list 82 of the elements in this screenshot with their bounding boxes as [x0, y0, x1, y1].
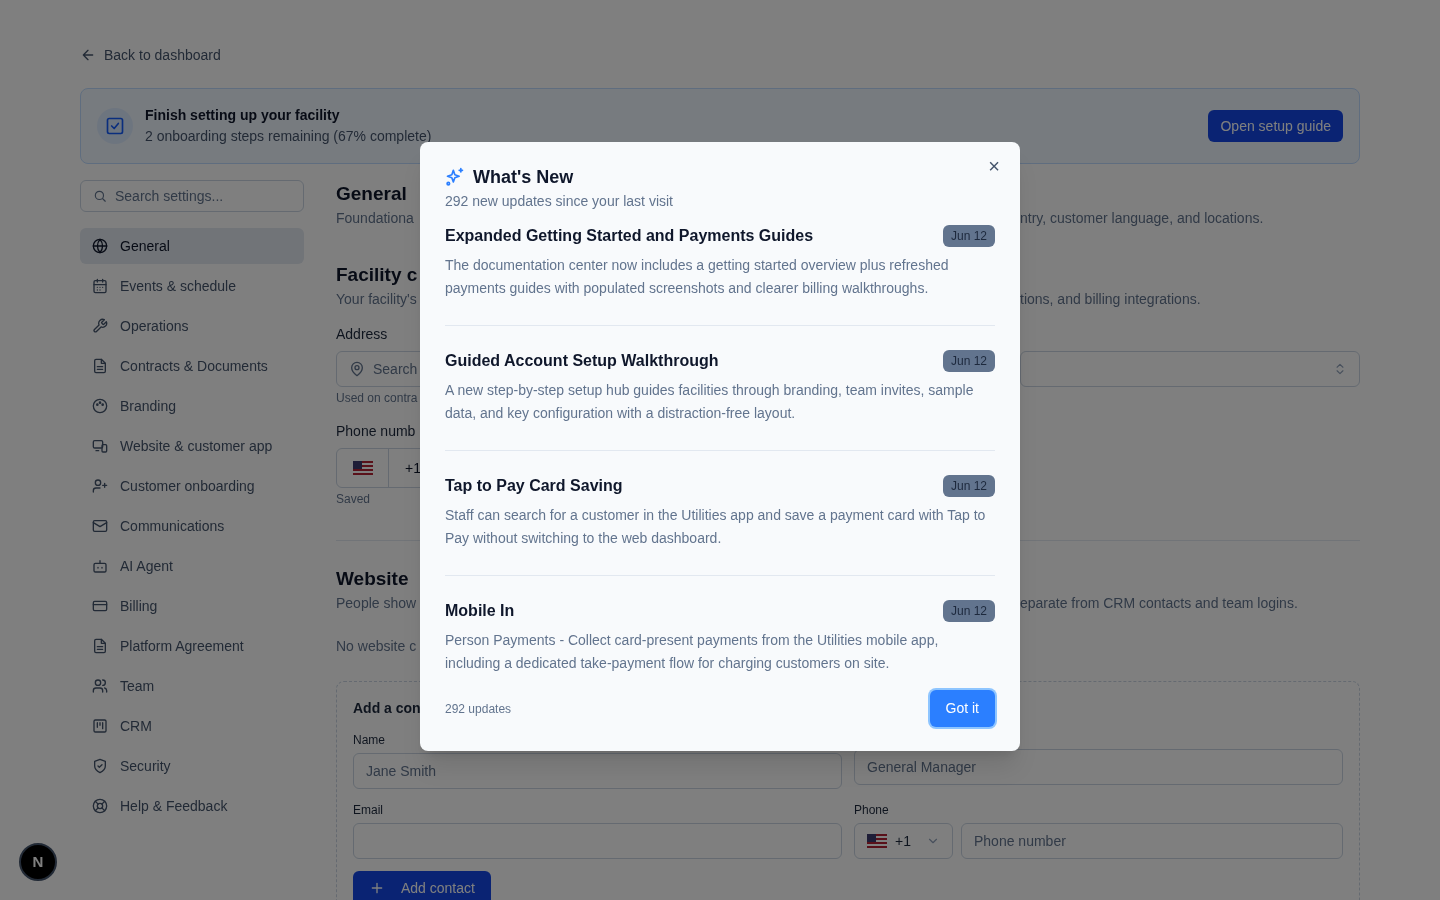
select-field[interactable]	[1020, 351, 1360, 387]
field-label: Phone	[854, 802, 890, 819]
kanban-icon	[92, 718, 108, 734]
field-label: Address	[336, 325, 389, 344]
mail-icon	[92, 518, 108, 534]
update-title: Expanded Getting Started and Payments Guides	[445, 226, 814, 246]
sidebar-item[interactable]: Help & Feedback	[80, 788, 304, 824]
section-heading: General	[336, 182, 407, 206]
field-label: Name	[353, 732, 386, 749]
date-badge: Jun 12	[942, 225, 995, 247]
section-heading: Facility c	[336, 263, 418, 287]
map-pin-icon	[349, 361, 365, 377]
sidebar-item[interactable]: Billing	[80, 588, 304, 624]
document-icon	[92, 638, 108, 654]
date-badge: Jun 12	[942, 600, 995, 622]
update-count: 292 updates	[445, 700, 512, 718]
sidebar-item[interactable]: Branding	[80, 388, 304, 424]
document-icon	[92, 358, 108, 374]
dialog-title: What's New	[473, 165, 574, 189]
sidebar-item[interactable]: CRM	[80, 708, 304, 744]
globe-icon	[92, 238, 108, 254]
section-description: ntry, customer language, and locations.	[1020, 209, 1265, 228]
update-description: Staff can search for a customer in the Utilities app and save a payment card with Tap to Pay without switching to the web dashboard.	[445, 506, 987, 548]
lifebuoy-icon	[92, 798, 108, 814]
plus-icon	[369, 880, 385, 896]
sidebar-item[interactable]: Events & schedule	[80, 268, 304, 304]
form-title: Add a con	[353, 699, 421, 718]
section-description: Your facility's	[336, 290, 417, 309]
update-description: The documentation center now includes a getting started overview plus refreshed payments guides with populated screenshots and clearer billing walkthroughs.	[445, 256, 950, 298]
sidebar-item[interactable]: Customer onboarding	[80, 468, 304, 504]
sidebar-item[interactable]: Contracts & Documents	[80, 348, 304, 384]
section-heading: Website	[336, 567, 409, 591]
shield-icon	[92, 758, 108, 774]
phone-number-field[interactable]: Phone number	[961, 823, 1343, 859]
field-label: Email	[353, 802, 384, 819]
sidebar-item[interactable]: Operations	[80, 308, 304, 344]
arrow-left-icon	[80, 47, 96, 63]
date-badge: Jun 12	[942, 350, 995, 372]
sidebar-item[interactable]: Security	[80, 748, 304, 784]
sidebar-item[interactable]: Platform Agreement	[80, 628, 304, 664]
name-field[interactable]: Jane Smith	[353, 753, 842, 789]
banner-title: Finish setting up your facility	[145, 106, 341, 125]
field-label: Phone numb	[336, 422, 417, 441]
wrench-icon	[92, 318, 108, 334]
sidebar-item[interactable]: Communications	[80, 508, 304, 544]
banner-subtitle: 2 onboarding steps remaining (67% complete)	[145, 127, 432, 146]
date-badge: Jun 12	[942, 475, 995, 497]
launcher-button[interactable]: N	[19, 843, 57, 881]
close-button[interactable]: ×	[986, 154, 1002, 178]
credit-card-icon	[92, 598, 108, 614]
dialog-subtitle: 292 new updates since your last visit	[445, 192, 674, 211]
devices-icon	[92, 438, 108, 454]
search-field[interactable]: Search settings...	[80, 180, 304, 212]
update-title: Mobile In	[445, 601, 515, 621]
field-hint: Used on contra	[336, 390, 418, 407]
add-contact-button[interactable]: Add contact	[353, 871, 491, 900]
calendar-icon	[92, 278, 108, 294]
save-status: Saved	[336, 491, 372, 508]
section-description: tions, and billing integrations.	[1020, 290, 1202, 309]
section-description: People show	[336, 594, 417, 613]
sidebar-item[interactable]: AI Agent	[80, 548, 304, 584]
users-icon	[92, 678, 108, 694]
palette-icon	[92, 398, 108, 414]
sidebar-item[interactable]: General	[80, 228, 304, 264]
sidebar-item[interactable]: Team	[80, 668, 304, 704]
role-field[interactable]: General Manager	[854, 749, 1343, 785]
user-plus-icon	[92, 478, 108, 494]
update-description: Person Payments - Collect card-present payments from the Utilities mobile app, including a dedicated take-payment flow for charging customers on site.	[445, 631, 940, 673]
flag-icon	[867, 834, 887, 848]
country-code-select[interactable]: +1	[854, 823, 953, 859]
section-description: eparate from CRM contacts and team logins.	[1020, 594, 1299, 613]
empty-state-text: No website c	[336, 637, 418, 656]
section-description: Foundationa	[336, 209, 414, 228]
email-field[interactable]	[353, 823, 842, 859]
sidebar-item[interactable]: Website & customer app	[80, 428, 304, 464]
open-setup-guide-button[interactable]: Open setup guide	[1208, 110, 1343, 142]
flag-icon	[352, 461, 373, 475]
sparkles-icon	[445, 167, 465, 187]
search-icon	[93, 189, 107, 203]
back-link[interactable]: Back to dashboard	[80, 44, 221, 66]
robot-icon	[92, 558, 108, 574]
got-it-button[interactable]: Got it	[929, 690, 995, 727]
